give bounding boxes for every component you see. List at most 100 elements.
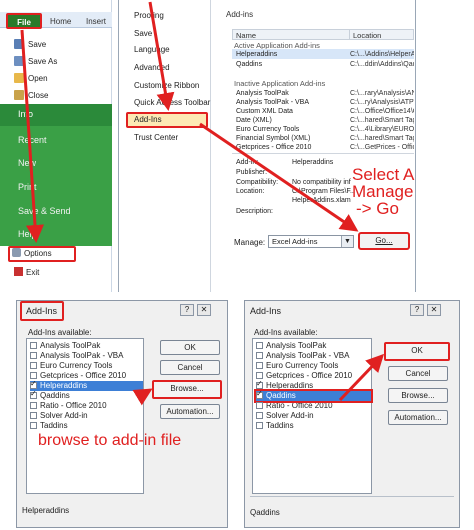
add-in-checkbox[interactable] [256, 412, 263, 419]
backstage-save-as[interactable]: Save As [14, 55, 57, 69]
backstage-print[interactable]: Print [18, 182, 37, 192]
add-in-checkbox[interactable] [256, 362, 263, 369]
add-in-list-item[interactable]: Solver Add-in [256, 411, 371, 421]
add-in-checkbox[interactable] [256, 389, 263, 399]
nav-language[interactable]: Language [134, 44, 170, 56]
add-in-list-item[interactable]: Analysis ToolPak - VBA [30, 351, 143, 361]
add-in-list-item[interactable]: Qaddins [254, 389, 373, 403]
inactive-addin-name[interactable]: Analysis ToolPak [236, 89, 289, 98]
automation-button[interactable]: Automation... [388, 410, 448, 425]
add-in-checkbox[interactable] [30, 402, 37, 409]
callout-line: -> Go [356, 199, 399, 218]
addin-description-title: Helperaddins [22, 506, 70, 515]
detail-label-description: Description: [236, 208, 273, 215]
nav-save[interactable]: Save [134, 28, 152, 40]
add-in-list-item[interactable]: Analysis ToolPak [256, 341, 371, 351]
add-in-checkbox[interactable] [30, 352, 37, 359]
nav-proofing[interactable]: Proofing [134, 10, 164, 22]
inactive-addin-name[interactable]: Analysis ToolPak - VBA [236, 98, 309, 107]
active-addin-name[interactable]: Qaddins [236, 60, 262, 69]
inactive-addin-name[interactable]: Euro Currency Tools [236, 125, 299, 134]
add-in-checkbox[interactable] [256, 402, 263, 409]
inactive-addin-name[interactable]: Getcprices - Office 2010 [236, 143, 311, 152]
manage-label: Manage: [234, 238, 266, 247]
column-header-location[interactable]: Location [349, 29, 414, 40]
instruction-callout-manage: Select A Manage -> Go [352, 166, 474, 217]
backstage-save-send[interactable]: Save & Send [18, 206, 71, 216]
add-in-list-item[interactable]: Euro Currency Tools [30, 361, 143, 371]
file-tab[interactable]: File [6, 13, 42, 29]
backstage-save[interactable]: Save [14, 38, 46, 52]
chevron-down-icon[interactable]: ▼ [341, 236, 353, 247]
add-in-list-item[interactable]: Helperaddins [30, 379, 143, 391]
add-in-checkbox[interactable] [30, 342, 37, 349]
add-in-list-item[interactable]: Helperaddins [256, 379, 371, 391]
column-header-name[interactable]: Name [232, 29, 350, 40]
add-in-name: Analysis ToolPak - VBA [266, 351, 350, 360]
add-in-list-item[interactable]: Taddins [256, 421, 371, 431]
add-in-list-item[interactable]: Ratio - Office 2010 [30, 401, 143, 411]
add-in-list-item[interactable]: Analysis ToolPak [30, 341, 143, 351]
pane-divider [232, 153, 414, 154]
add-in-checkbox[interactable] [256, 422, 263, 429]
backstage-recent[interactable]: Recent [18, 135, 47, 145]
nav-advanced[interactable]: Advanced [134, 62, 170, 74]
ok-button[interactable]: OK [160, 340, 220, 355]
add-in-checkbox[interactable] [30, 362, 37, 369]
add-ins-list[interactable]: Analysis ToolPak Analysis ToolPak - VBA Eu… [26, 338, 144, 494]
add-in-list-item[interactable]: Qaddins [30, 389, 143, 401]
active-addin-name[interactable]: Helperaddins [236, 50, 277, 59]
help-icon[interactable]: ? [180, 304, 194, 316]
detail-value-location-file: HelperAddins.xlam [292, 197, 351, 204]
add-in-list-item[interactable]: Getcprices - Office 2010 [256, 371, 371, 381]
cancel-button[interactable]: Cancel [388, 366, 448, 381]
add-in-checkbox[interactable] [30, 422, 37, 429]
backstage-options[interactable]: Options [8, 246, 76, 262]
inactive-addin-location: C:\...Office\Office14\OF [350, 108, 414, 115]
nav-add-ins[interactable]: Add-Ins [126, 112, 208, 128]
add-in-checkbox[interactable] [256, 372, 263, 379]
inactive-addin-name[interactable]: Custom XML Data [236, 107, 293, 116]
add-in-list-item[interactable]: Taddins [30, 421, 143, 431]
cancel-button[interactable]: Cancel [160, 360, 220, 375]
backstage-open-label: Open [28, 74, 48, 83]
browse-button[interactable]: Browse... [152, 380, 222, 399]
inactive-addin-name[interactable]: Date (XML) [236, 116, 272, 125]
nav-trust-center[interactable]: Trust Center [134, 132, 178, 144]
add-in-list-item[interactable]: Getcprices - Office 2010 [30, 371, 143, 381]
nav-customize-ribbon[interactable]: Customize Ribbon [134, 80, 199, 92]
backstage-new[interactable]: New [18, 158, 36, 168]
backstage-info[interactable]: Info [18, 109, 33, 119]
automation-button[interactable]: Automation... [160, 404, 220, 419]
add-in-list-item[interactable]: Ratio - Office 2010 [256, 401, 371, 411]
add-in-list-item[interactable]: Solver Add-in [30, 411, 143, 421]
inactive-addin-location: C:\...hared\Smart Tag\ [350, 135, 414, 142]
go-button[interactable]: Go... [358, 232, 410, 250]
add-in-checkbox[interactable] [30, 372, 37, 379]
add-in-list-item[interactable]: Euro Currency Tools [256, 361, 371, 371]
inactive-addin-name[interactable]: Financial Symbol (XML) [236, 134, 310, 143]
addin-description-title: Qaddins [250, 508, 280, 517]
add-in-checkbox[interactable] [30, 389, 37, 399]
add-in-list-item[interactable]: Analysis ToolPak - VBA [256, 351, 371, 361]
backstage-options-label: Options [24, 249, 52, 258]
add-in-checkbox[interactable] [30, 412, 37, 419]
backstage-help[interactable]: Help [18, 229, 37, 239]
tab-insert[interactable]: Insert [86, 15, 106, 28]
add-in-checkbox[interactable] [256, 352, 263, 359]
add-in-checkbox[interactable] [256, 379, 263, 389]
add-in-checkbox[interactable] [256, 342, 263, 349]
close-icon[interactable]: ✕ [197, 304, 211, 316]
close-icon[interactable]: ✕ [427, 304, 441, 316]
tab-home[interactable]: Home [50, 15, 71, 28]
nav-quick-access-toolbar[interactable]: Quick Access Toolbar [134, 97, 210, 109]
help-icon[interactable]: ? [410, 304, 424, 316]
add-in-checkbox[interactable] [30, 379, 37, 389]
backstage-exit[interactable]: Exit [14, 266, 39, 280]
add-in-name: Solver Add-in [266, 411, 314, 420]
backstage-close[interactable]: Close [14, 89, 48, 103]
backstage-open[interactable]: Open [14, 72, 48, 86]
add-ins-list[interactable]: Analysis ToolPak Analysis ToolPak - VBA Eu… [252, 338, 373, 494]
ok-button[interactable]: OK [384, 342, 450, 361]
browse-button[interactable]: Browse... [388, 388, 448, 403]
